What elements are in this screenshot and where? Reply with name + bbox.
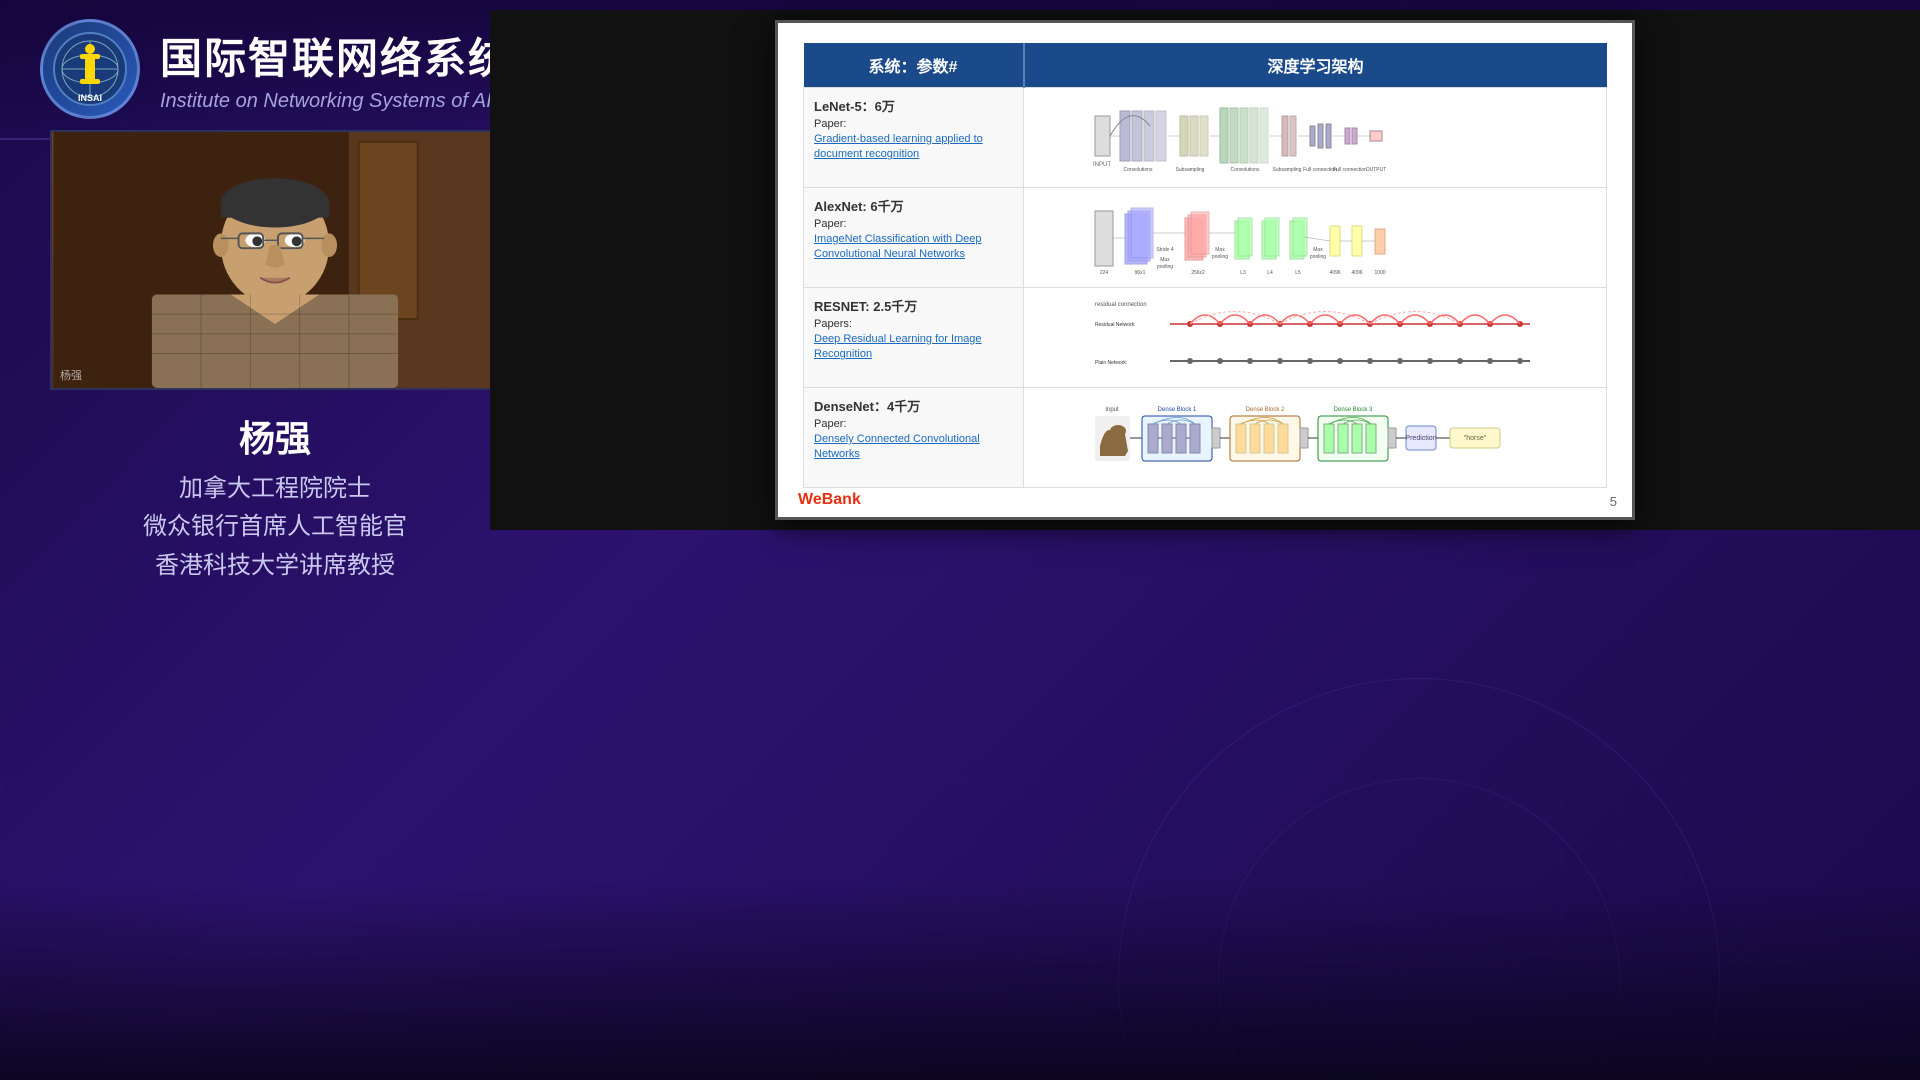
slide-page-number: 5: [1610, 494, 1617, 509]
resnet-diagram: residual connection Plain Network:: [1034, 296, 1596, 376]
table-row: DenseNet：4千万 Paper: Densely Connected Co…: [804, 388, 1607, 488]
speaker-name: 杨强: [143, 410, 407, 462]
svg-text:"horse": "horse": [1464, 435, 1487, 442]
lenet-diagram-cell: INPUT Convolutions Subsampling: [1024, 88, 1607, 188]
svg-text:Convolutions: Convolutions: [1231, 167, 1260, 173]
svg-text:Dense Block 3: Dense Block 3: [1334, 407, 1373, 413]
svg-text:OUTPUT: OUTPUT: [1366, 167, 1387, 173]
svg-text:residual connection: residual connection: [1095, 302, 1147, 308]
slide-table: 系统：参数# 深度学习架构 LeNet-5：6万 Paper: Gradient…: [803, 43, 1607, 488]
svg-text:L5: L5: [1295, 270, 1301, 276]
svg-text:Full connection: Full connection: [1333, 167, 1367, 173]
svg-text:L3: L3: [1240, 270, 1246, 276]
lenet-paper-link[interactable]: Gradient-based learning applied to docum…: [814, 132, 1013, 163]
alexnet-diagram: 224 96x1 Stride 4 Max pooling: [1034, 196, 1596, 276]
svg-text:INPUT: INPUT: [1093, 162, 1111, 168]
alexnet-paper-link[interactable]: ImageNet Classification with Deep Convol…: [814, 232, 1013, 263]
slide-inner: 系统：参数# 深度学习架构 LeNet-5：6万 Paper: Gradient…: [778, 23, 1632, 517]
densenet-info-cell: DenseNet：4千万 Paper: Densely Connected Co…: [804, 388, 1024, 488]
webcam-label: 杨强: [60, 367, 82, 383]
bottom-area: [0, 880, 1920, 1080]
resnet-paper-link[interactable]: Deep Residual Learning for Image Recogni…: [814, 332, 1013, 363]
svg-text:Dense Block 1: Dense Block 1: [1158, 407, 1197, 413]
resnet-info-cell: RESNET: 2.5千万 Papers: Deep Residual Lear…: [804, 288, 1024, 388]
svg-text:L4: L4: [1267, 270, 1273, 276]
svg-text:Dense Block 2: Dense Block 2: [1246, 407, 1285, 413]
logo: INSAI: [40, 19, 140, 119]
alexnet-paper-label: Paper:: [814, 218, 1013, 230]
svg-text:Input: Input: [1105, 407, 1119, 413]
densenet-paper-link[interactable]: Densely Connected Convolutional Networks: [814, 432, 1013, 463]
svg-text:pooling: pooling: [1157, 264, 1173, 270]
table-row: LeNet-5：6万 Paper: Gradient-based learnin…: [804, 88, 1607, 188]
table-header-col1: 系统：参数#: [804, 43, 1024, 88]
table-header-col2: 深度学习架构: [1024, 43, 1607, 88]
person-svg: [52, 132, 498, 388]
svg-text:INSAI: INSAI: [78, 93, 102, 103]
svg-text:96x1: 96x1: [1135, 270, 1146, 276]
speaker-title2: 微众银行首席人工智能官: [143, 508, 407, 546]
speaker-titles: 加拿大工程院院士 微众银行首席人工智能官 香港科技大学讲席教授: [143, 470, 407, 585]
webank-logo: WeBank: [798, 491, 861, 509]
svg-text:Stride 4: Stride 4: [1156, 247, 1173, 253]
resnet-paper-label: Papers:: [814, 318, 1013, 330]
svg-text:pooling: pooling: [1212, 254, 1228, 260]
svg-text:Subsampling: Subsampling: [1273, 167, 1302, 173]
speaker-title1: 加拿大工程院院士: [143, 470, 407, 508]
svg-text:256x2: 256x2: [1191, 270, 1205, 276]
svg-text:4096: 4096: [1351, 270, 1362, 276]
svg-text:1000: 1000: [1374, 270, 1385, 276]
slide-container: 系统：参数# 深度学习架构 LeNet-5：6万 Paper: Gradient…: [775, 20, 1635, 520]
densenet-paper-label: Paper:: [814, 418, 1013, 430]
svg-text:Max: Max: [1215, 247, 1225, 253]
lenet-diagram: INPUT Convolutions Subsampling: [1034, 96, 1596, 176]
alexnet-info-cell: AlexNet: 6千万 Paper: ImageNet Classificat…: [804, 188, 1024, 288]
webcam-container: 杨强: [50, 130, 500, 390]
alexnet-diagram-cell: 224 96x1 Stride 4 Max pooling: [1024, 188, 1607, 288]
svg-text:Prediction: Prediction: [1405, 435, 1436, 442]
lenet-title: LeNet-5：6万: [814, 96, 1013, 115]
speaker-title3: 香港科技大学讲席教授: [143, 547, 407, 585]
svg-text:Plain Network:: Plain Network:: [1095, 360, 1127, 366]
svg-text:Subsampling: Subsampling: [1176, 167, 1205, 173]
speaker-info: 杨强 加拿大工程院院士 微众银行首席人工智能官 香港科技大学讲席教授: [143, 410, 407, 585]
svg-text:Max: Max: [1160, 257, 1170, 263]
resnet-diagram-cell: residual connection Plain Network:: [1024, 288, 1607, 388]
webcam-feed: 杨强: [52, 132, 498, 388]
densenet-title: DenseNet：4千万: [814, 396, 1013, 415]
svg-text:224: 224: [1100, 270, 1109, 276]
left-panel: 杨强 杨强 加拿大工程院院士 微众银行首席人工智能官 香港科技大学讲席教授: [30, 130, 520, 690]
webank-we: We: [798, 491, 822, 508]
svg-text:Residual Network:: Residual Network:: [1095, 322, 1136, 328]
webank-bank: Bank: [822, 491, 861, 508]
svg-text:Full connection: Full connection: [1303, 167, 1337, 173]
table-row: RESNET: 2.5千万 Papers: Deep Residual Lear…: [804, 288, 1607, 388]
table-row: AlexNet: 6千万 Paper: ImageNet Classificat…: [804, 188, 1607, 288]
svg-text:4096: 4096: [1329, 270, 1340, 276]
slide-panel: 系统：参数# 深度学习架构 LeNet-5：6万 Paper: Gradient…: [490, 10, 1920, 530]
densenet-diagram: Input Dense Block 1: [1034, 396, 1596, 476]
resnet-title: RESNET: 2.5千万: [814, 296, 1013, 315]
svg-text:Max: Max: [1313, 247, 1323, 253]
svg-text:pooling: pooling: [1310, 254, 1326, 260]
lenet-info-cell: LeNet-5：6万 Paper: Gradient-based learnin…: [804, 88, 1024, 188]
logo-svg: INSAI: [50, 29, 130, 109]
lenet-paper-label: Paper:: [814, 118, 1013, 130]
alexnet-title: AlexNet: 6千万: [814, 196, 1013, 215]
svg-text:Convolutions: Convolutions: [1124, 167, 1153, 173]
densenet-diagram-cell: Input Dense Block 1: [1024, 388, 1607, 488]
